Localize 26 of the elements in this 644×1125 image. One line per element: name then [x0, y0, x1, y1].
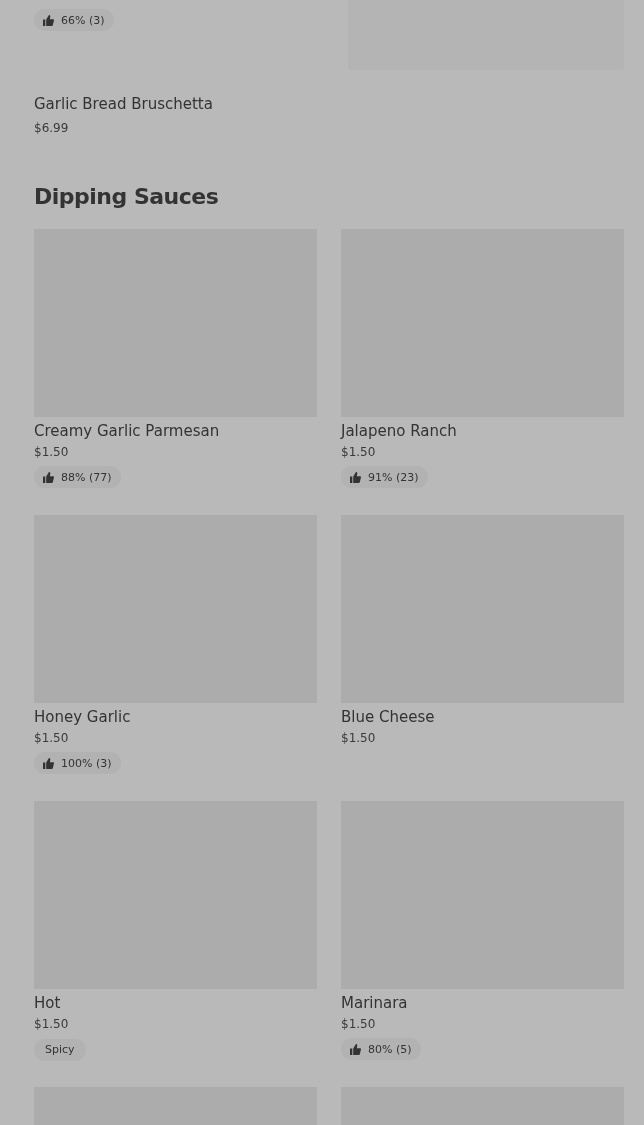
thumbs-up-icon — [43, 14, 54, 26]
item-name: Jalapeno Ranch — [341, 421, 458, 441]
rating-badge: 91% (23) — [341, 466, 428, 488]
rating-badge: 88% (77) — [34, 466, 121, 488]
item-price: $1.50 — [341, 1016, 377, 1032]
item-name: Honey Garlic — [34, 707, 132, 727]
item-name: Hot — [34, 993, 62, 1013]
item-price: $1.50 — [341, 444, 377, 460]
item-price: $6.99 — [34, 120, 70, 136]
item-price: $1.50 — [34, 444, 70, 460]
thumbs-up-icon — [350, 1043, 361, 1055]
item-price: $1.50 — [34, 1016, 70, 1032]
item-name: Garlic Bread Bruschetta — [34, 94, 214, 114]
item-name: Creamy Garlic Parmesan — [34, 421, 221, 441]
rating-badge: 66% (3) — [34, 9, 114, 31]
item-price: $1.50 — [341, 730, 377, 746]
thumbs-up-icon — [43, 757, 54, 769]
rating-badge: 80% (5) — [341, 1038, 421, 1060]
thumbs-up-icon — [350, 471, 361, 483]
item-price: $1.50 — [34, 730, 70, 746]
tag-badge: Spicy — [34, 1038, 86, 1061]
rating-badge: 100% (3) — [34, 752, 121, 774]
item-name: Marinara — [341, 993, 409, 1013]
item-name: Blue Cheese — [341, 707, 436, 727]
section-title: Dipping Sauces — [34, 183, 220, 211]
thumbs-up-icon — [43, 471, 54, 483]
